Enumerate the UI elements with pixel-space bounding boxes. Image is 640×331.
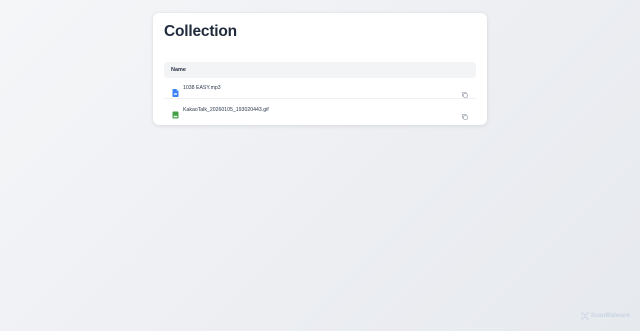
table-row[interactable]: KakaoTalk_20260105_193020443.gif <box>164 99 476 120</box>
watermark: ScanMalware <box>581 312 630 320</box>
image-file-icon <box>172 106 179 118</box>
audio-file-icon <box>172 84 179 97</box>
page-title: Collection <box>164 23 237 40</box>
file-table: Name 1038 EASY.mp3 KakaoTalk_20260105_19… <box>164 62 476 120</box>
file-name[interactable]: 1038 EASY.mp3 <box>183 85 462 91</box>
table-header: Name <box>164 62 476 78</box>
collection-card: Collection Name 1038 EASY.mp3 KakaoTalk_… <box>153 13 487 125</box>
copy-icon[interactable] <box>462 85 468 98</box>
copy-icon[interactable] <box>462 107 468 120</box>
scanmalware-logo-icon <box>581 312 589 320</box>
watermark-text: ScanMalware <box>590 313 630 319</box>
column-header-name: Name <box>171 67 186 73</box>
table-row[interactable]: 1038 EASY.mp3 <box>164 78 476 99</box>
file-name[interactable]: KakaoTalk_20260105_193020443.gif <box>183 107 462 113</box>
